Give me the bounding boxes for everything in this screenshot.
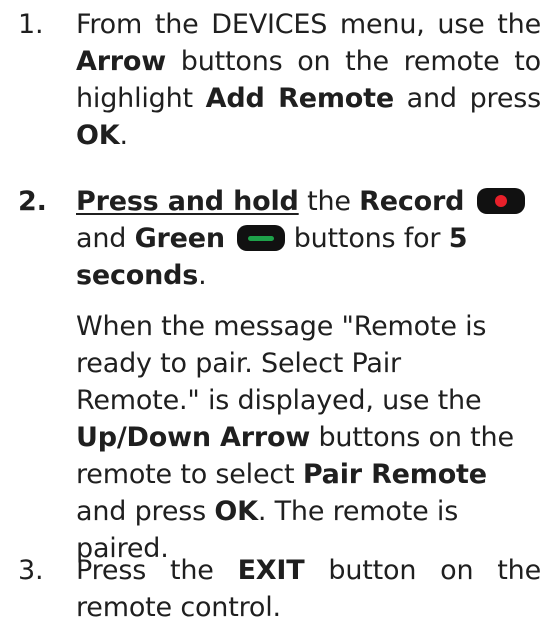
step-2-text-a: the: [298, 186, 360, 217]
green-label: Green: [134, 223, 226, 254]
ok-label: OK: [76, 120, 120, 151]
step-2-text-c: buttons for: [285, 223, 449, 254]
step-1-text: From the DEVICES menu, use the Arrow but…: [76, 6, 541, 154]
instruction-page: 1. From the DEVICES menu, use the Arrow …: [0, 0, 542, 635]
arrow-label: Arrow: [76, 46, 167, 77]
note-text-c: and press: [76, 496, 215, 527]
step-3-text-a: Press the: [76, 555, 238, 586]
record-label: Record: [359, 186, 465, 217]
step-2-text: Press and hold the Record and Green butt…: [76, 183, 541, 294]
step-2-text-d: .: [198, 260, 207, 291]
note-text-a: When the message "Remote is ready to pai…: [76, 311, 487, 416]
record-button-icon: [476, 188, 525, 214]
pair-remote-label: Pair Remote: [302, 459, 487, 490]
green-bar: [248, 236, 275, 241]
step-1-text-a: From the DEVICES menu, use the: [76, 9, 541, 40]
green-button-icon: [237, 225, 286, 251]
step-2-number: 2.: [18, 186, 47, 217]
record-dot: [494, 195, 507, 207]
step-3-number: 3.: [18, 555, 44, 586]
step-1-text-d: .: [119, 120, 128, 151]
step-2-text-b: and: [76, 223, 135, 254]
press-and-hold-label: Press and hold: [76, 186, 299, 217]
step-1-number: 1.: [18, 9, 44, 40]
step-3-text: Press the EXIT button on the remote cont…: [76, 552, 541, 626]
add-remote-label: Add Remote: [205, 83, 395, 114]
note-ok-label: OK: [214, 496, 258, 527]
step-1-text-c: and press: [393, 83, 542, 114]
up-down-arrow-label: Up/Down Arrow: [76, 422, 311, 453]
exit-label: EXIT: [237, 555, 305, 586]
pairing-note-text: When the message "Remote is ready to pai…: [76, 308, 531, 567]
